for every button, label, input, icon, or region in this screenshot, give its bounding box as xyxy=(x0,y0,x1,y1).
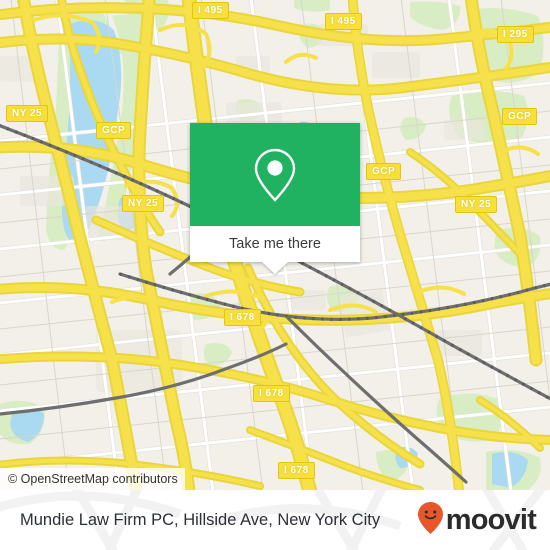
map-shield-label: I 678 xyxy=(253,385,290,402)
moovit-smiley-pin-icon xyxy=(417,501,444,540)
map-shield-label: GCP xyxy=(366,163,402,180)
map-attribution[interactable]: © OpenStreetMap contributors xyxy=(0,468,185,490)
map-shield-label: I 495 xyxy=(325,13,362,30)
location-popup-card[interactable]: Take me there xyxy=(190,123,360,274)
page-root: .rd { fill:none; stroke:#f6e14a; stroke-… xyxy=(0,0,550,550)
map-pin-icon xyxy=(251,146,299,204)
footer-content: Mundie Law Firm PC, Hillside Ave, New Yo… xyxy=(0,490,550,550)
popup-pointer-tail xyxy=(262,262,288,274)
moovit-logo[interactable]: moovit xyxy=(417,501,537,540)
map-shield-label: NY 25 xyxy=(6,105,49,122)
place-title: Mundie Law Firm PC, Hillside Ave, New Yo… xyxy=(20,510,381,529)
popup-header xyxy=(190,123,360,226)
footer-bar: Mundie Law Firm PC, Hillside Ave, New Yo… xyxy=(0,490,550,550)
map-shield-label: I 678 xyxy=(278,462,315,479)
map-shield-label: NY 25 xyxy=(455,196,498,213)
map-shield-label: I 295 xyxy=(497,26,534,43)
map-canvas[interactable]: .rd { fill:none; stroke:#f6e14a; stroke-… xyxy=(0,0,550,490)
map-shield-label: GCP xyxy=(502,108,538,125)
map-shield-label: NY 25 xyxy=(122,195,165,212)
map-shield-label: I 678 xyxy=(224,309,261,326)
moovit-wordmark: moovit xyxy=(445,503,537,536)
map-shield-label: I 495 xyxy=(192,2,229,19)
map-shield-label: GCP xyxy=(96,122,132,139)
take-me-there-label: Take me there xyxy=(229,236,321,252)
attribution-text: © OpenStreetMap contributors xyxy=(8,472,178,486)
take-me-there-button[interactable]: Take me there xyxy=(190,226,360,262)
